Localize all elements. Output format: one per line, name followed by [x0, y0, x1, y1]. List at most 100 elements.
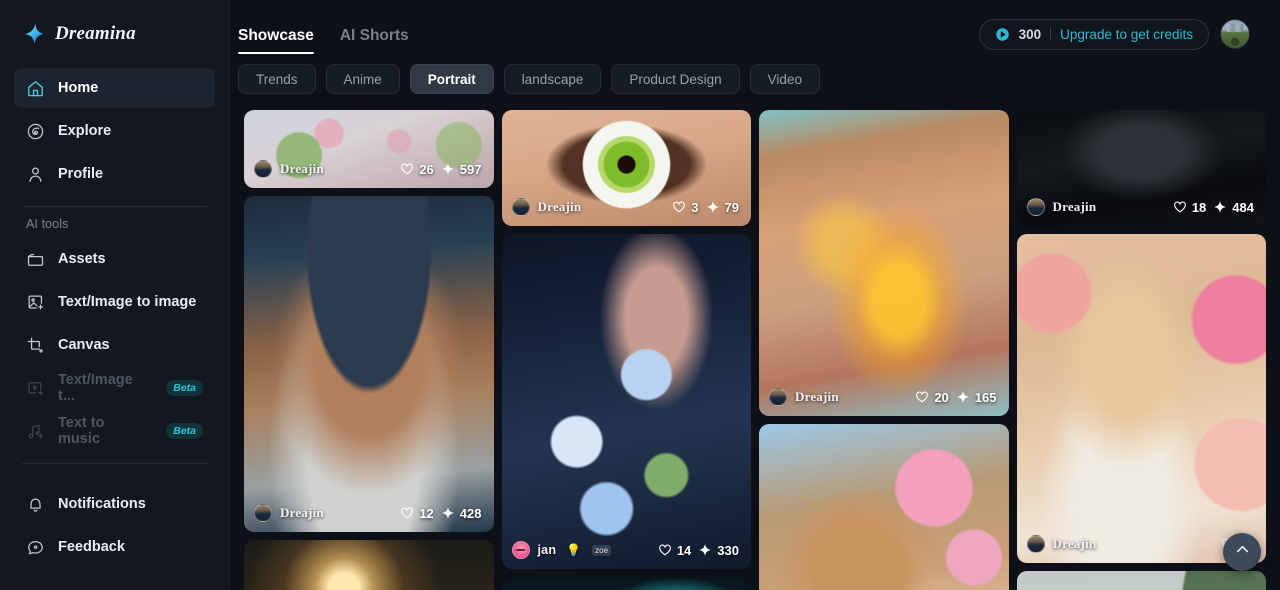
spark-count: 484: [1232, 199, 1254, 215]
gallery-card[interactable]: Dreajin 26 597: [244, 110, 494, 188]
upgrade-link[interactable]: Upgrade to get credits: [1060, 27, 1193, 42]
card-stats: 12 428: [400, 506, 482, 521]
spark-stat[interactable]: 484: [1213, 200, 1254, 215]
gallery-card[interactable]: [759, 424, 1009, 590]
tab-ai-shorts[interactable]: AI Shorts: [340, 27, 409, 54]
chip-trends[interactable]: Trends: [238, 64, 316, 94]
gallery-card[interactable]: Dreajin 20 165: [759, 110, 1009, 416]
card-overlay: Dreajin 18 484: [1017, 188, 1267, 226]
person-icon: [26, 165, 45, 184]
like-stat[interactable]: 12: [400, 506, 434, 521]
spark-stat[interactable]: 79: [706, 200, 739, 215]
gallery-card[interactable]: Dreajin13: [1016, 234, 1266, 563]
sidebar-item-text-to-music[interactable]: Text to music Beta: [14, 411, 215, 451]
heart-icon: [1173, 200, 1187, 214]
gallery-column-3: Dreajin 20 165: [759, 110, 1009, 590]
gallery-card[interactable]: Dreajin 18 484: [1016, 110, 1267, 226]
brand-name: Dreamina: [55, 23, 136, 44]
sidebar-item-notifications[interactable]: Notifications: [14, 484, 215, 524]
chip-portrait[interactable]: Portrait: [409, 64, 494, 94]
sidebar-item-home[interactable]: Home: [14, 68, 215, 108]
like-count: 26: [419, 161, 434, 177]
chip-video[interactable]: Video: [749, 64, 820, 94]
author-name[interactable]: Dreajin: [1053, 536, 1097, 552]
card-artwork: [501, 577, 751, 590]
card-stats: 18 484: [1173, 200, 1254, 215]
author-name[interactable]: Dreajin: [280, 505, 324, 521]
sidebar-item-text-image-to-image[interactable]: Text/Image to image: [14, 282, 215, 322]
sidebar-item-assets[interactable]: Assets: [14, 239, 215, 279]
spark-stat[interactable]: 330: [698, 543, 739, 558]
spark-stat[interactable]: 428: [441, 506, 482, 521]
card-artwork: [244, 196, 494, 532]
sidebar-section-ai-tools: AI tools: [26, 217, 69, 231]
author-avatar[interactable]: [1026, 535, 1045, 553]
sidebar-item-feedback[interactable]: Feedback: [14, 527, 215, 567]
card-artwork: [759, 110, 1009, 416]
chip-product-design[interactable]: Product Design: [611, 64, 740, 94]
sparkle-icon: [698, 543, 712, 557]
image-plus-icon: [26, 293, 45, 312]
sidebar-item-text-image-to-video[interactable]: Text/Image t... Beta: [14, 368, 215, 408]
author-name[interactable]: Dreajin: [1053, 199, 1097, 215]
gallery-column-1: Dreajin 26 597 Dreajin 12 428: [244, 110, 494, 590]
author-name[interactable]: Dreajin: [538, 199, 582, 215]
author-avatar[interactable]: [511, 541, 530, 559]
credits-value: 300: [1018, 26, 1042, 42]
sidebar-item-canvas[interactable]: Canvas: [14, 325, 215, 365]
sidebar-item-explore[interactable]: Explore: [14, 111, 215, 151]
music-plus-icon: [26, 422, 45, 441]
author-avatar[interactable]: [1026, 198, 1045, 216]
gallery-card[interactable]: Dreajin 3 79: [501, 110, 752, 226]
like-stat[interactable]: 14: [658, 543, 691, 558]
chat-icon: [26, 538, 45, 557]
spark-count: 165: [974, 389, 997, 405]
top-tabs: Showcase AI Shorts: [238, 0, 409, 68]
sidebar-item-label: Explore: [58, 123, 112, 139]
author-name[interactable]: Dreajin: [795, 389, 839, 405]
author-avatar[interactable]: [254, 504, 272, 522]
card-artwork: [759, 424, 1009, 590]
gallery-card[interactable]: [244, 540, 494, 590]
card-artwork: [501, 234, 751, 569]
author-avatar[interactable]: [254, 160, 272, 178]
sidebar-item-profile[interactable]: Profile: [14, 154, 215, 194]
like-count: 18: [1191, 199, 1207, 215]
gallery-card[interactable]: [1016, 571, 1266, 590]
like-stat[interactable]: 20: [915, 389, 949, 405]
sidebar-item-label: Profile: [58, 166, 104, 182]
spark-stat[interactable]: 165: [956, 390, 997, 405]
card-artwork: [244, 540, 494, 590]
chip-landscape[interactable]: landscape: [503, 64, 602, 94]
scroll-to-top-button[interactable]: [1223, 533, 1261, 571]
sparkle-star-icon: [22, 22, 46, 46]
gallery-column-4: Dreajin 18 484 Dreajin13: [1016, 110, 1267, 590]
author-avatar[interactable]: [511, 198, 530, 216]
heart-icon: [658, 543, 672, 557]
card-overlay: Dreajin 3 79: [502, 188, 752, 226]
like-stat[interactable]: 3: [672, 200, 699, 215]
gallery-card[interactable]: Dreajin 12 428: [244, 196, 494, 532]
like-count: 20: [934, 389, 949, 405]
gallery-card[interactable]: [501, 577, 751, 590]
sidebar-item-label: Feedback: [58, 539, 125, 555]
spark-count: 330: [717, 542, 739, 558]
brand-logo[interactable]: Dreamina: [14, 0, 215, 68]
like-stat[interactable]: 18: [1173, 200, 1206, 215]
card-overlay: Dreajin 26 597: [244, 150, 494, 188]
sidebar-item-label: Assets: [58, 251, 106, 267]
author-name[interactable]: Dreajin: [280, 161, 324, 177]
gallery-scroll-area[interactable]: Dreajin 26 597 Dreajin 12 428 Dreajin 3 79 jan 💡 zo…: [238, 110, 1272, 590]
like-stat[interactable]: 26: [400, 161, 434, 177]
card-overlay: Dreajin 12 428: [244, 494, 494, 532]
author-avatar[interactable]: [769, 388, 787, 406]
spark-stat[interactable]: 597: [441, 162, 482, 177]
gallery-card[interactable]: jan 💡 zoe 14 330: [501, 234, 751, 569]
spark-count: 428: [459, 505, 482, 521]
credits-pill[interactable]: 300 Upgrade to get credits: [978, 18, 1209, 50]
chip-anime[interactable]: Anime: [325, 64, 400, 94]
tab-showcase[interactable]: Showcase: [238, 27, 314, 54]
sidebar-item-label: Text/Image t...: [58, 372, 133, 404]
author-name[interactable]: jan: [538, 543, 557, 557]
user-avatar[interactable]: [1220, 19, 1250, 49]
